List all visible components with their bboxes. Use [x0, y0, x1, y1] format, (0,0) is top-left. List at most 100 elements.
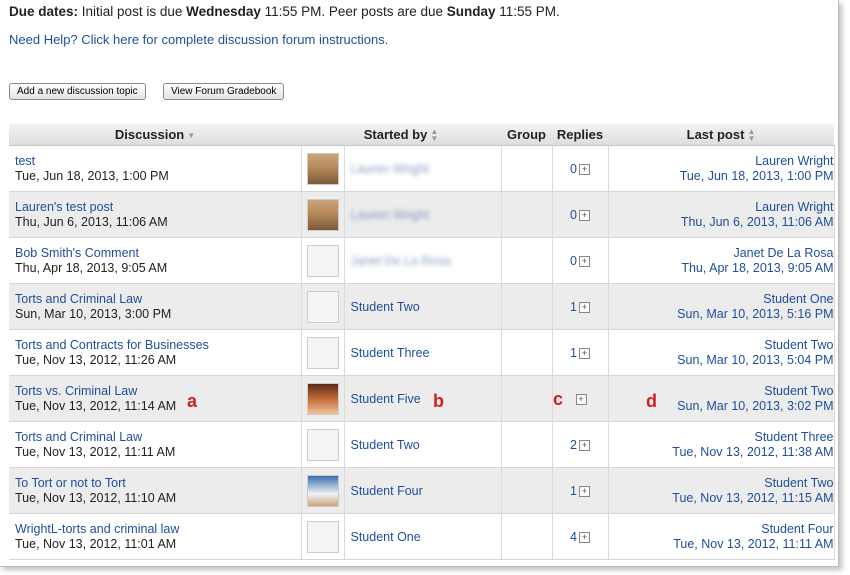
topic-link[interactable]: Torts and Criminal Law — [15, 430, 301, 445]
expand-plus-icon[interactable]: + — [578, 209, 590, 221]
topic-cell: Torts and Criminal Law Tue, Nov 13, 2012,… — [9, 421, 302, 468]
view-forum-gradebook-button[interactable]: View Forum Gradebook — [163, 83, 285, 100]
column-header-discussion[interactable]: Discussion ▼ — [9, 124, 301, 146]
author-link[interactable]: Student Five — [345, 392, 421, 406]
column-header-replies: Replies — [552, 124, 608, 146]
replies-cell: 4 + — [552, 513, 609, 560]
topic-link[interactable]: Bob Smith's Comment — [15, 246, 301, 261]
last-post-author[interactable]: Student Two — [609, 476, 833, 491]
author-link[interactable]: Student Two — [345, 300, 420, 314]
last-post-author[interactable]: Student Three — [609, 430, 834, 445]
table-row: Torts and Criminal Law Sun, Mar 10, 2013,… — [9, 283, 835, 330]
column-header-started-by[interactable]: Started by ▲ ▼ — [301, 124, 501, 146]
topic-date: Tue, Nov 13, 2012, 11:26 AM — [15, 352, 177, 367]
expand-plus-icon[interactable]: + — [578, 531, 590, 543]
last-post-author[interactable]: Student Two — [609, 338, 833, 353]
topic-link[interactable]: Torts and Criminal Law — [15, 292, 301, 307]
table-row: Bob Smith's Comment Thu, Apr 18, 2013, 9:… — [9, 237, 835, 284]
group-cell — [501, 421, 553, 468]
author-link[interactable]: Lauren Wright — [345, 162, 429, 176]
topic-link[interactable]: Lauren's test post — [15, 200, 301, 215]
add-discussion-topic-button[interactable]: Add a new discussion topic — [9, 83, 146, 100]
avatar[interactable] — [306, 336, 339, 369]
expand-plus-icon[interactable]: + — [575, 393, 587, 405]
last-post-date[interactable]: Thu, Apr 18, 2013, 9:05 AM — [609, 261, 833, 276]
column-label: Last post — [686, 126, 745, 142]
expand-plus-icon[interactable]: + — [578, 301, 590, 313]
expand-plus-icon[interactable]: + — [578, 485, 590, 497]
table-row: Torts and Criminal Law Tue, Nov 13, 2012,… — [9, 421, 835, 468]
replies-count[interactable]: 1 — [570, 300, 577, 314]
sort-updown-icon: ▲ ▼ — [430, 127, 439, 144]
avatar[interactable] — [306, 520, 339, 553]
topic-link[interactable]: Torts vs. Criminal Law — [15, 384, 301, 399]
last-post-cell: Student One Sun, Mar 10, 2013, 5:16 PM — [608, 283, 835, 330]
last-post-date[interactable]: Sun, Mar 10, 2013, 3:02 PM — [609, 399, 833, 414]
last-post-author[interactable]: Lauren Wright — [609, 154, 833, 169]
expand-plus-icon[interactable]: + — [578, 163, 590, 175]
last-post-date[interactable]: Tue, Jun 18, 2013, 1:00 PM — [609, 169, 834, 184]
topic-cell: To Tort or not to Tort Tue, Nov 13, 2012,… — [9, 467, 302, 514]
last-post-date[interactable]: Tue, Nov 13, 2012, 11:11 AM — [609, 537, 833, 552]
avatar[interactable] — [306, 290, 339, 323]
annotation-marker-b: b — [433, 391, 444, 411]
column-header-last-post[interactable]: Last post ▲ ▼ — [608, 124, 834, 146]
replies-count[interactable]: 4 — [570, 530, 577, 544]
annotation-marker-a: a — [187, 391, 198, 411]
replies-cell: 1 + — [552, 329, 609, 376]
last-post-cell: Student Three Tue, Nov 13, 2012, 11:38 AM — [608, 421, 835, 468]
sort-updown-icon: ▲ ▼ — [747, 127, 756, 144]
replies-count[interactable]: 1 — [570, 484, 577, 498]
discussion-table: Discussion ▼ Started by ▲ ▼ Group Replies L… — [9, 124, 835, 560]
help-link[interactable]: Need Help? Click here for complete discu… — [9, 32, 388, 47]
last-post-author[interactable]: Student Two — [609, 384, 833, 399]
last-post-date[interactable]: Sun, Mar 10, 2013, 5:04 PM — [609, 353, 833, 368]
author-link[interactable]: Student Two — [345, 438, 420, 452]
avatar[interactable] — [306, 382, 339, 415]
avatar-cell — [301, 237, 345, 284]
last-post-cell: Student Two Tue, Nov 13, 2012, 11:15 AM — [608, 467, 835, 514]
last-post-date[interactable]: Tue, Nov 13, 2012, 11:38 AM — [609, 445, 833, 460]
last-post-author[interactable]: Student Four — [609, 522, 833, 537]
avatar[interactable] — [306, 474, 339, 507]
replies-count[interactable]: 0 — [570, 208, 577, 222]
expand-plus-icon[interactable]: + — [578, 347, 590, 359]
column-header-group: Group — [501, 124, 552, 146]
replies-count[interactable]: 1 — [570, 346, 577, 360]
last-post-cell: Student Four Tue, Nov 13, 2012, 11:11 AM — [608, 513, 835, 560]
replies-cell: 0 + — [552, 237, 609, 284]
replies-count[interactable]: 0 — [570, 254, 577, 268]
started-by-cell: Janet De La Rosa — [344, 237, 502, 284]
started-by-cell: Student One — [344, 513, 502, 560]
author-link[interactable]: Janet De La Rosa — [345, 254, 451, 268]
topic-cell: WrightL-torts and criminal law Tue, Nov 1… — [9, 513, 302, 560]
author-link[interactable]: Lauren Wright — [345, 208, 429, 222]
author-link[interactable]: Student One — [345, 530, 421, 544]
avatar[interactable] — [306, 244, 339, 277]
table-row: Lauren's test post Thu, Jun 6, 2013, 11:0… — [9, 191, 835, 238]
topic-link[interactable]: WrightL-torts and criminal law — [15, 522, 301, 537]
last-post-author[interactable]: Student One — [609, 292, 833, 307]
last-post-author[interactable]: Janet De La Rosa — [609, 246, 833, 261]
expand-plus-icon[interactable]: + — [578, 439, 590, 451]
group-cell — [501, 237, 553, 284]
avatar[interactable] — [306, 428, 339, 461]
topic-link[interactable]: Torts and Contracts for Businesses — [15, 338, 301, 353]
topic-cell: Bob Smith's Comment Thu, Apr 18, 2013, 9:… — [9, 237, 302, 284]
last-post-date[interactable]: Thu, Jun 6, 2013, 11:06 AM — [609, 215, 834, 230]
avatar[interactable] — [306, 198, 339, 231]
author-link[interactable]: Student Four — [345, 484, 423, 498]
topic-link[interactable]: test — [15, 154, 301, 169]
topic-link[interactable]: To Tort or not to Tort — [15, 476, 301, 491]
avatar-cell — [301, 145, 345, 192]
replies-count[interactable]: 0 — [570, 162, 577, 176]
avatar[interactable] — [306, 152, 339, 185]
expand-plus-icon[interactable]: + — [578, 255, 590, 267]
last-post-date[interactable]: Tue, Nov 13, 2012, 11:15 AM — [609, 491, 833, 506]
topic-cell: Torts and Criminal Law Sun, Mar 10, 2013,… — [9, 283, 302, 330]
author-link[interactable]: Student Three — [345, 346, 430, 360]
last-post-date[interactable]: Sun, Mar 10, 2013, 5:16 PM — [609, 307, 833, 322]
last-post-author[interactable]: Lauren Wright — [609, 200, 833, 215]
group-cell — [501, 467, 553, 514]
replies-count[interactable]: 2 — [570, 438, 577, 452]
